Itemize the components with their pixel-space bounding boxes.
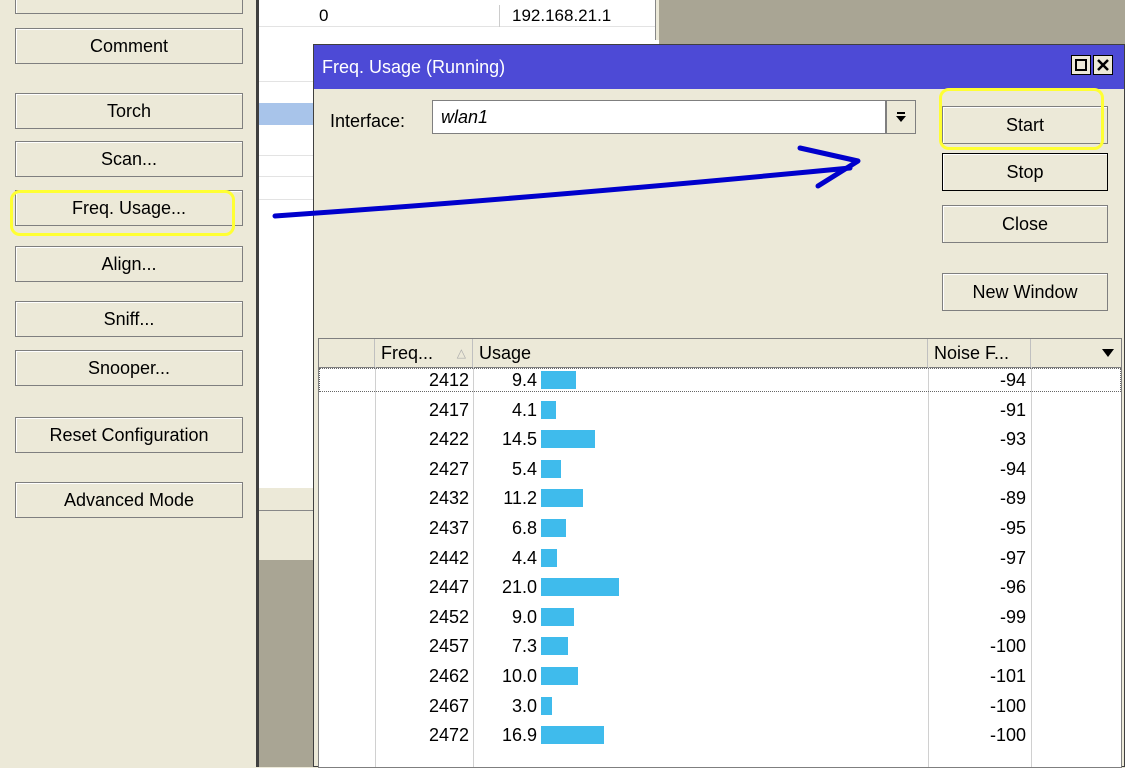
annotation-arrow-icon (272, 145, 861, 219)
